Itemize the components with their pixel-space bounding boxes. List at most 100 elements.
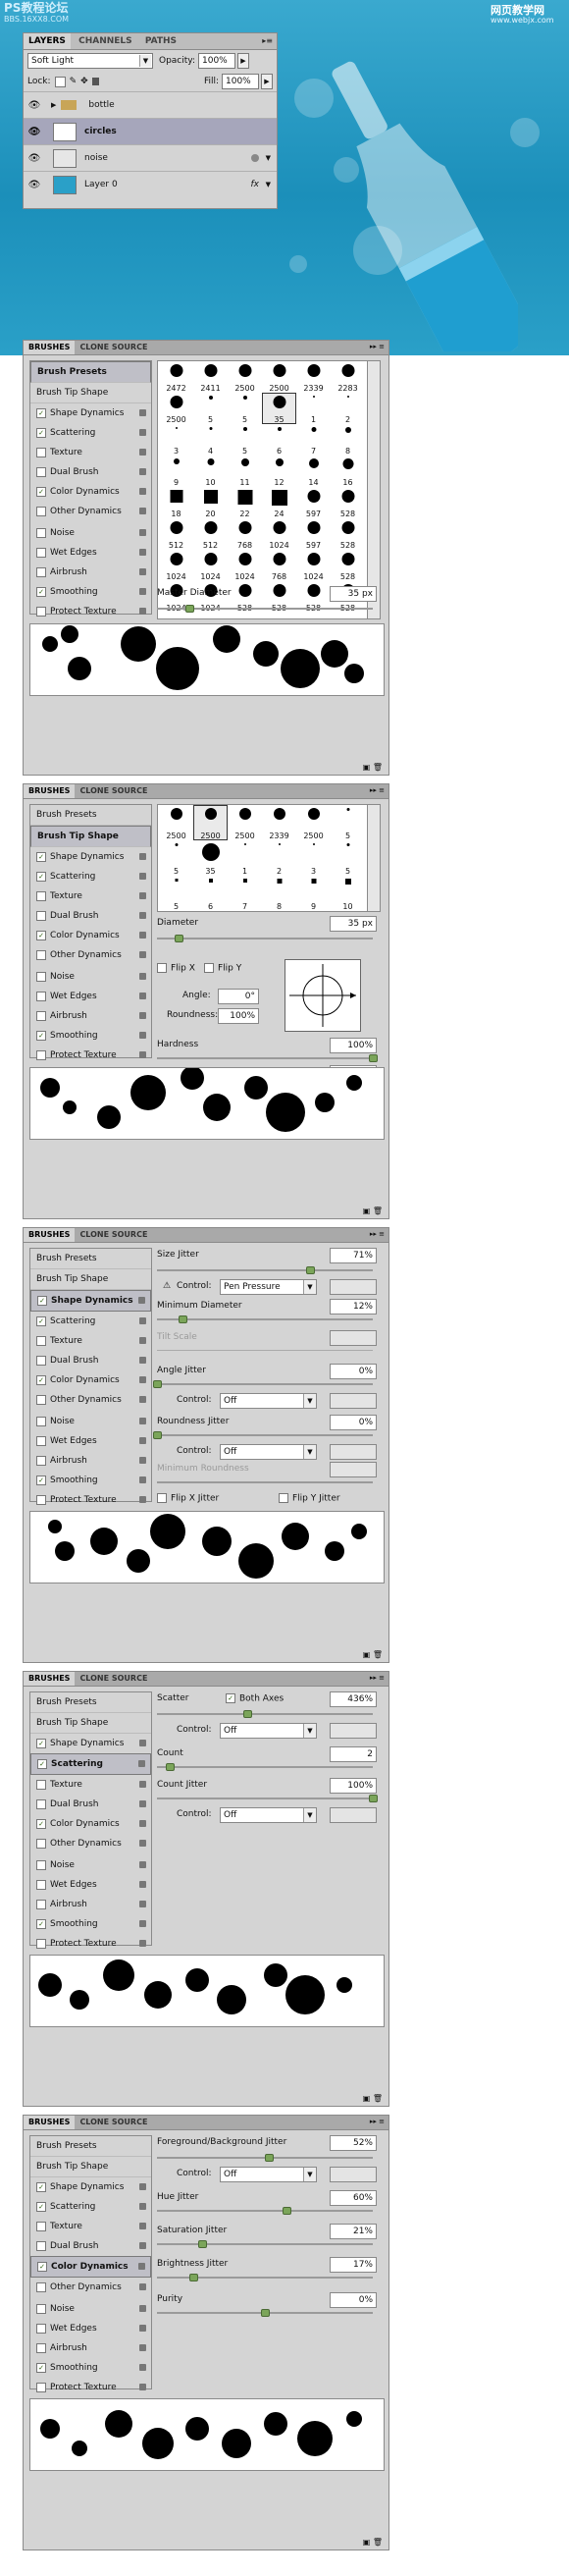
brush-tip-cell[interactable]: 597 (296, 487, 331, 518)
sidebar-item-wet-edges[interactable]: Wet Edges (30, 1875, 151, 1895)
count-control-select[interactable]: Off ▼ (220, 1807, 317, 1823)
sidebar-item-airbrush[interactable]: Airbrush (30, 1451, 151, 1471)
min-roundness-slider[interactable] (157, 1481, 373, 1483)
tab-brushes[interactable]: BRUSHES (24, 1672, 76, 1686)
slider-knob[interactable] (166, 1763, 176, 1771)
brush-tip-cell[interactable]: 6 (193, 876, 228, 911)
slider-knob[interactable] (179, 1315, 188, 1323)
brush-tip-cell[interactable]: 10 (193, 456, 228, 487)
lock-icon[interactable] (139, 2344, 146, 2351)
opacity-input[interactable]: 100% (198, 53, 235, 69)
sidebar-item-brush-tip-shape[interactable]: Brush Tip Shape (30, 383, 151, 403)
brush-tip-cell[interactable]: 5 (331, 805, 365, 840)
count-jitter-input[interactable]: 100% (330, 1778, 377, 1794)
eye-icon[interactable]: 👁 (24, 100, 45, 111)
lock-icon[interactable] (139, 1496, 146, 1503)
sidebar-item-airbrush[interactable]: Airbrush (30, 1895, 151, 1914)
checkbox[interactable] (36, 1455, 46, 1466)
lock-icon[interactable] (139, 932, 146, 939)
brush-tip-cell[interactable]: 35 (262, 393, 296, 424)
lock-icon[interactable] (139, 449, 146, 456)
lock-icon[interactable] (139, 1861, 146, 1868)
sidebar-item-wet-edges[interactable]: Wet Edges (30, 2319, 151, 2338)
diameter-input[interactable]: 35 px (330, 916, 377, 932)
brush-tip-cell[interactable]: 2500 (193, 805, 228, 840)
brush-tip-cell[interactable]: 16 (331, 456, 365, 487)
fx-icon[interactable]: fx (251, 180, 260, 189)
trash-icon[interactable]: 🗑 (373, 1207, 383, 1215)
lock-icon[interactable] (139, 1457, 146, 1464)
size-control-select[interactable]: Pen Pressure ▼ (220, 1279, 317, 1295)
sidebar-item-texture[interactable]: Texture (30, 1331, 151, 1351)
brush-tip-grid[interactable]: 2472 2411 2500 2500 2339 2283 2500 5 5 35 1 2 3 4 5 6 7 8… (157, 360, 369, 619)
sidebar-item-brush-tip-shape[interactable]: Brush Tip Shape (30, 826, 151, 847)
new-preset-icon[interactable]: ▣ (363, 1207, 373, 1215)
sidebar-item-scattering[interactable]: ✓ Scattering (30, 1312, 151, 1331)
checkbox[interactable] (36, 466, 46, 477)
lock-icon[interactable] (139, 1901, 146, 1907)
sidebar-item-airbrush[interactable]: Airbrush (30, 563, 151, 582)
brush-tip-cell[interactable]: 6 (262, 424, 296, 456)
chevron-down-icon[interactable]: ▼ (266, 154, 271, 162)
checkbox[interactable] (36, 949, 46, 960)
sidebar-item-texture[interactable]: Texture (30, 1775, 151, 1795)
checkbox[interactable] (36, 1859, 46, 1870)
roundness-control-select[interactable]: Off ▼ (220, 1444, 317, 1460)
lock-icon[interactable] (139, 1476, 146, 1483)
brush-tip-cell[interactable]: 2411 (193, 361, 228, 393)
fgbg-control-select[interactable]: Off ▼ (220, 2167, 317, 2182)
checkbox[interactable] (36, 1335, 46, 1346)
slider-knob[interactable] (198, 2240, 208, 2248)
size-jitter-slider[interactable] (157, 1269, 373, 1271)
tab-brushes[interactable]: BRUSHES (24, 2116, 76, 2129)
checkbox[interactable] (36, 1416, 46, 1426)
checkbox[interactable] (36, 1798, 46, 1809)
lock-icon[interactable] (139, 2325, 146, 2332)
lock-icon[interactable] (139, 873, 146, 880)
checkbox[interactable] (36, 971, 46, 982)
brush-tip-cell[interactable]: 5 (159, 840, 193, 876)
sidebar-item-other-dynamics[interactable]: Other Dynamics (30, 502, 151, 521)
brush-tip-cell[interactable]: 2 (331, 393, 365, 424)
brush-tip-cell[interactable]: 2339 (262, 805, 296, 840)
eye-icon[interactable]: 👁 (24, 153, 45, 164)
sidebar-item-color-dynamics[interactable]: ✓ Color Dynamics (30, 926, 151, 945)
lock-icon[interactable] (139, 508, 146, 514)
roundness-jitter-input[interactable]: 0% (330, 1415, 377, 1430)
fill-arrow-icon[interactable]: ▶ (261, 74, 273, 89)
panel-menu-icon[interactable]: ▸≡ (262, 36, 273, 45)
brush-tip-cell[interactable]: 528 (331, 518, 365, 550)
lock-icon[interactable] (139, 2364, 146, 2371)
size-control-extra[interactable] (330, 1279, 377, 1295)
checkbox[interactable] (36, 547, 46, 558)
vertical-scrollbar[interactable] (367, 360, 381, 619)
sidebar-item-brush-presets[interactable]: Brush Presets (30, 361, 151, 383)
count-jitter-slider[interactable] (157, 1798, 373, 1799)
sidebar-item-smoothing[interactable]: ✓ Smoothing (30, 1026, 151, 1046)
sidebar-item-texture[interactable]: Texture (30, 886, 151, 906)
flip-x-jitter-checkbox[interactable]: Flip X Jitter (157, 1493, 219, 1504)
lock-icon[interactable] (139, 1920, 146, 1927)
lock-icon[interactable] (139, 1012, 146, 1019)
panel-menu-icon[interactable]: ▸▸ ≡ (370, 343, 385, 350)
checkbox[interactable]: ✓ (226, 1693, 235, 1703)
scatter-control-select[interactable]: Off ▼ (220, 1723, 317, 1739)
checkbox[interactable] (36, 890, 46, 901)
checkbox[interactable] (36, 2281, 46, 2292)
slider-knob[interactable] (243, 1710, 253, 1718)
slider-knob[interactable] (153, 1380, 162, 1388)
sidebar-item-brush-tip-shape[interactable]: Brush Tip Shape (30, 1713, 151, 1734)
layer-row-layer0[interactable]: 👁 Layer 0 fx ▼ (24, 171, 277, 197)
hue-jitter-slider[interactable] (157, 2210, 373, 2212)
slider-knob[interactable] (153, 1431, 162, 1439)
new-preset-icon[interactable]: ▣ (363, 763, 373, 772)
brush-tip-cell[interactable]: 9 (296, 876, 331, 911)
tab-brushes[interactable]: BRUSHES (24, 784, 76, 798)
sidebar-item-protect-texture[interactable]: Protect Texture (30, 602, 151, 621)
lock-icon[interactable] (139, 2223, 146, 2229)
checkbox[interactable] (36, 1010, 46, 1021)
sidebar-item-dual-brush[interactable]: Dual Brush (30, 2236, 151, 2256)
tab-clone-source[interactable]: CLONE SOURCE (75, 341, 152, 354)
brush-tip-cell[interactable]: 8 (262, 876, 296, 911)
sidebar-item-shape-dynamics[interactable]: ✓ Shape Dynamics (30, 847, 151, 867)
